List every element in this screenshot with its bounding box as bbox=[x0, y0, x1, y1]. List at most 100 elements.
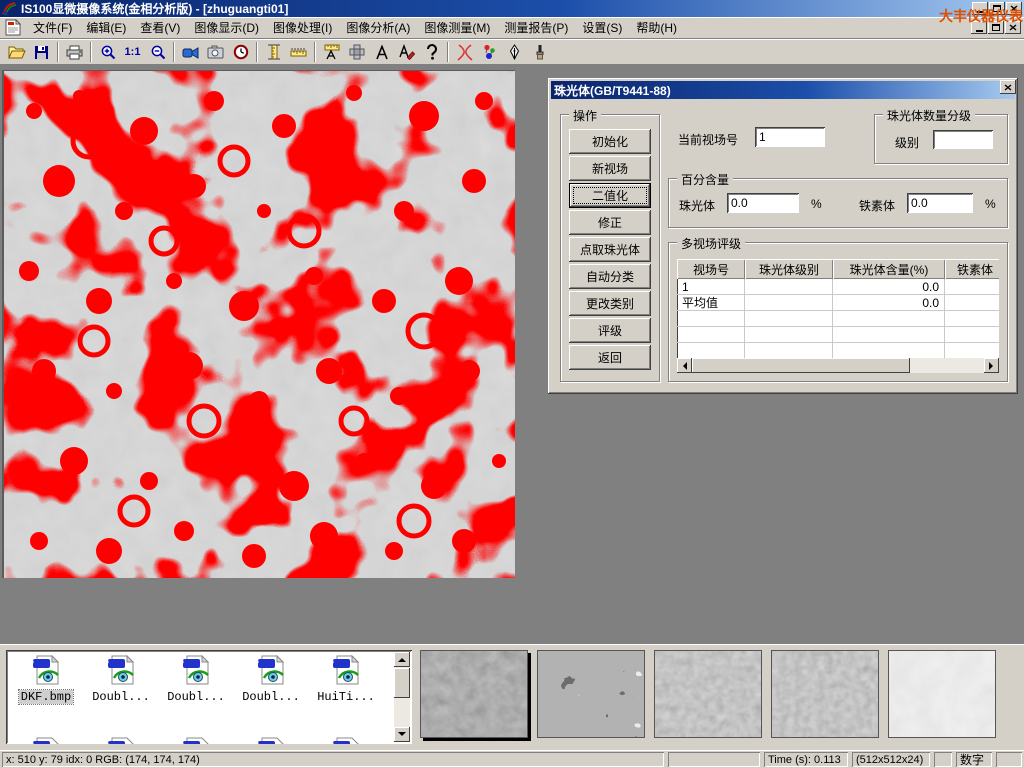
pearlite-input[interactable] bbox=[727, 193, 799, 213]
brush-button[interactable] bbox=[527, 41, 552, 63]
file-item[interactable]: Doubl... BMP bbox=[85, 654, 157, 704]
stitch-button[interactable] bbox=[344, 41, 369, 63]
thumbnail-2[interactable] bbox=[537, 650, 645, 738]
menu-item-image-process[interactable]: 图像处理(I) bbox=[266, 17, 339, 38]
scroll-left-button[interactable] bbox=[677, 358, 692, 373]
micrograph-image[interactable] bbox=[2, 70, 515, 578]
curve-measure-button[interactable] bbox=[452, 41, 477, 63]
file-list-scrollbar[interactable] bbox=[394, 652, 410, 742]
bottom-panel: DKF.bmp BMP Doubl... BMP Doubl... BMP bbox=[0, 644, 1024, 750]
table-row bbox=[677, 343, 999, 359]
operation-group-label: 操作 bbox=[569, 107, 601, 124]
file-item[interactable]: DKF.bmp BMP bbox=[10, 654, 82, 704]
change-class-button[interactable]: 更改类别 bbox=[569, 291, 651, 316]
file-item[interactable]: Doubl... BMP bbox=[235, 654, 307, 704]
measure-text-button[interactable] bbox=[319, 41, 344, 63]
file-list[interactable]: DKF.bmp BMP Doubl... BMP Doubl... BMP bbox=[6, 650, 412, 744]
open-button[interactable] bbox=[4, 41, 29, 63]
file-name: DKF.bmp bbox=[19, 690, 73, 704]
scroll-up-button[interactable] bbox=[394, 652, 410, 667]
zoom-in-icon bbox=[100, 44, 116, 60]
ruler-button[interactable] bbox=[286, 41, 311, 63]
multifield-group: 多视场评级 视场号 珠光体级别 珠光体含量(%) 铁素体 1 0.0 平均值 bbox=[668, 242, 1008, 382]
file-item[interactable]: BMP bbox=[310, 736, 382, 744]
file-item[interactable]: Doubl... BMP bbox=[160, 654, 232, 704]
video-capture-button[interactable] bbox=[178, 41, 203, 63]
menu-item-file[interactable]: 文件(F) bbox=[26, 17, 79, 38]
scroll-right-button[interactable] bbox=[984, 358, 999, 373]
table-row bbox=[677, 311, 999, 327]
cell-grade bbox=[745, 279, 833, 295]
menu-item-image-measure[interactable]: 图像测量(M) bbox=[417, 17, 497, 38]
snapshot-button[interactable] bbox=[203, 41, 228, 63]
cell-content: 0.0 bbox=[833, 295, 945, 311]
scrollbar-thumb[interactable] bbox=[692, 358, 910, 373]
col-field-no: 视场号 bbox=[677, 259, 745, 279]
menu-item-edit[interactable]: 编辑(E) bbox=[79, 17, 133, 38]
menu-item-measure-report[interactable]: 测量报告(P) bbox=[497, 17, 575, 38]
dialog-title: 珠光体(GB/T9441-88) bbox=[554, 82, 671, 99]
scroll-down-button[interactable] bbox=[394, 727, 410, 742]
text-button[interactable] bbox=[369, 41, 394, 63]
toolbar-separator bbox=[314, 42, 316, 62]
phase-particles-button[interactable] bbox=[477, 41, 502, 63]
status-spacer bbox=[668, 752, 760, 767]
brush-icon bbox=[534, 44, 546, 60]
table-hscrollbar[interactable] bbox=[677, 358, 999, 373]
grading-table[interactable]: 视场号 珠光体级别 珠光体含量(%) 铁素体 1 0.0 平均值 0.0 bbox=[677, 259, 999, 373]
menu-item-image-analysis[interactable]: 图像分析(A) bbox=[339, 17, 417, 38]
file-item[interactable]: HuiTi... BMP bbox=[310, 654, 382, 704]
zoom-out-button[interactable] bbox=[145, 41, 170, 63]
app-logo-icon bbox=[2, 2, 17, 16]
current-field-input[interactable] bbox=[755, 127, 825, 147]
grade-button[interactable]: 评级 bbox=[569, 318, 651, 343]
actual-size-button[interactable]: 1:1 bbox=[120, 41, 145, 63]
bmp-badge: BMP bbox=[241, 741, 259, 744]
file-item[interactable]: BMP bbox=[235, 736, 307, 744]
timer-button[interactable] bbox=[228, 41, 253, 63]
annotate-button[interactable] bbox=[394, 41, 419, 63]
bmp-badge: BMP bbox=[166, 659, 184, 668]
return-button[interactable]: 返回 bbox=[569, 345, 651, 370]
bmp-badge: BMP bbox=[316, 659, 334, 668]
bmp-file-icon bbox=[105, 736, 137, 744]
dialog-title-bar: 珠光体(GB/T9441-88) bbox=[551, 81, 1015, 99]
print-button[interactable] bbox=[62, 41, 87, 63]
binarize-button[interactable]: 二值化 bbox=[569, 183, 651, 208]
init-button[interactable]: 初始化 bbox=[569, 129, 651, 154]
bmp-file-icon bbox=[330, 654, 362, 686]
file-name: Doubl... bbox=[240, 690, 302, 704]
correct-button[interactable]: 修正 bbox=[569, 210, 651, 235]
open-folder-icon bbox=[8, 45, 26, 60]
status-spacer bbox=[996, 752, 1022, 767]
thumbnail-3[interactable] bbox=[654, 650, 762, 738]
save-button[interactable] bbox=[29, 41, 54, 63]
thumbnail-1[interactable] bbox=[420, 650, 528, 738]
caliper-button[interactable] bbox=[261, 41, 286, 63]
bmp-file-icon bbox=[180, 654, 212, 686]
bmp-file-icon bbox=[255, 654, 287, 686]
bmp-file-icon bbox=[30, 654, 62, 686]
menu-item-settings[interactable]: 设置(S) bbox=[575, 17, 629, 38]
new-field-button[interactable]: 新视场 bbox=[569, 156, 651, 181]
bmp-badge: BMP bbox=[241, 659, 259, 668]
zoom-in-button[interactable] bbox=[95, 41, 120, 63]
ferrite-input[interactable] bbox=[907, 193, 973, 213]
file-item[interactable]: BMP bbox=[10, 736, 82, 744]
thumbnail-5[interactable] bbox=[888, 650, 996, 738]
menu-item-view[interactable]: 查看(V) bbox=[133, 17, 187, 38]
grade-input[interactable] bbox=[933, 130, 993, 149]
help-button[interactable] bbox=[419, 41, 444, 63]
status-image-size: (512x512x24) bbox=[852, 752, 930, 767]
dialog-close-button[interactable] bbox=[1000, 80, 1016, 94]
auto-classify-button[interactable]: 自动分类 bbox=[569, 264, 651, 289]
file-item[interactable]: BMP bbox=[160, 736, 232, 744]
thumbnail-4[interactable] bbox=[771, 650, 879, 738]
menu-item-help[interactable]: 帮助(H) bbox=[629, 17, 684, 38]
scrollbar-thumb[interactable] bbox=[394, 668, 410, 698]
pick-pearlite-button[interactable]: 点取珠光体 bbox=[569, 237, 651, 262]
file-item[interactable]: BMP bbox=[85, 736, 157, 744]
pen-button[interactable] bbox=[502, 41, 527, 63]
menu-item-image-display[interactable]: 图像显示(D) bbox=[187, 17, 266, 38]
bmp-badge: BMP bbox=[91, 659, 109, 668]
